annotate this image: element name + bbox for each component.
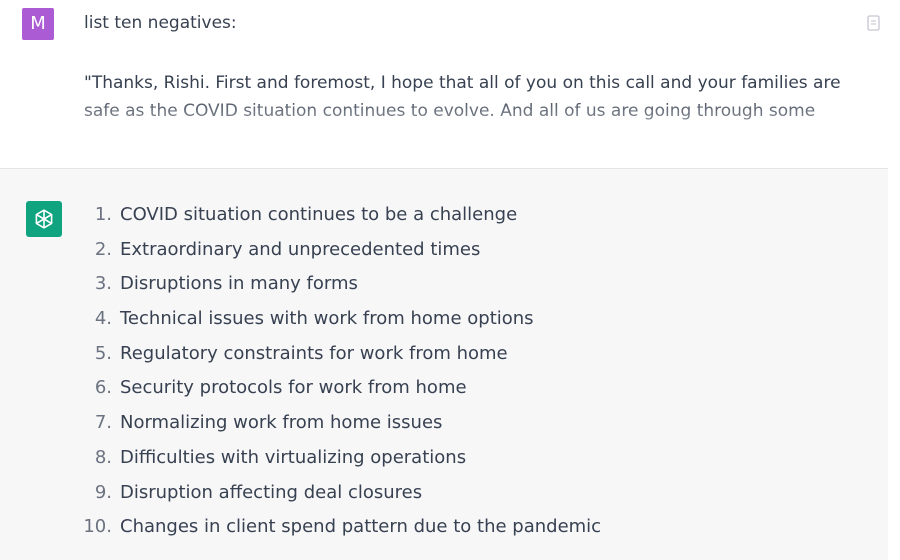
openai-logo-icon: [26, 201, 62, 237]
list-item-number: 8.: [94, 446, 112, 468]
chat-page: M list ten negatives: "Thanks, Rishi. Fi…: [0, 0, 900, 560]
list-item-text: Changes in client spend pattern due to t…: [120, 516, 602, 538]
edit-icon[interactable]: [866, 14, 882, 32]
list-item-number: 1.: [94, 204, 112, 225]
openai-logo-glyph: [35, 209, 53, 229]
answer-list: 1. COVID situation continues to be a cha…: [80, 203, 601, 550]
list-item-number: 7.: [94, 412, 112, 434]
list-item-number: 5.: [94, 342, 112, 364]
list-item-text: COVID situation continues to be a challe…: [120, 204, 518, 225]
list-item-text: Disruptions in many forms: [120, 273, 358, 295]
list-item: 5. Regulatory constraints for work from …: [80, 342, 601, 377]
list-item: 10. Changes in client spend pattern due …: [80, 515, 601, 550]
list-item-text: Security protocols for work from home: [120, 377, 467, 399]
user-avatar: M: [22, 8, 54, 40]
prompt-body: "Thanks, Rishi. First and foremost, I ho…: [84, 73, 841, 121]
list-item-text: Disruption affecting deal closures: [120, 481, 423, 503]
list-item: 6. Security protocols for work from home: [80, 376, 601, 411]
assistant-message: 1. COVID situation continues to be a cha…: [0, 168, 888, 560]
list-item-text: Difficulties with virtualizing operation…: [120, 446, 467, 468]
list-item-text: Normalizing work from home issues: [120, 412, 443, 434]
list-item-text: Technical issues with work from home opt…: [120, 308, 534, 330]
list-item-text: Extraordinary and unprecedented times: [120, 238, 481, 260]
list-item: 3. Disruptions in many forms: [80, 272, 601, 307]
page-right-edge: [888, 168, 900, 560]
list-item-number: 2.: [94, 238, 112, 260]
list-item-number: 4.: [94, 308, 112, 330]
list-item-text: Regulatory constraints for work from hom…: [120, 342, 508, 364]
user-message: M list ten negatives: "Thanks, Rishi. Fi…: [0, 0, 900, 168]
list-item-number: 6.: [94, 377, 112, 399]
prompt-title: list ten negatives:: [84, 13, 237, 33]
list-item: 2. Extraordinary and unprecedented times: [80, 238, 601, 273]
list-item: 8. Difficulties with virtualizing operat…: [80, 446, 601, 481]
list-item-number: 10.: [83, 516, 112, 538]
list-item: 9. Disruption affecting deal closures: [80, 481, 601, 516]
list-item: 7. Normalizing work from home issues: [80, 411, 601, 446]
list-item-number: 9.: [94, 481, 112, 503]
list-item: 1. COVID situation continues to be a cha…: [80, 203, 601, 238]
list-item: 4. Technical issues with work from home …: [80, 307, 601, 342]
list-item-number: 3.: [94, 273, 112, 295]
